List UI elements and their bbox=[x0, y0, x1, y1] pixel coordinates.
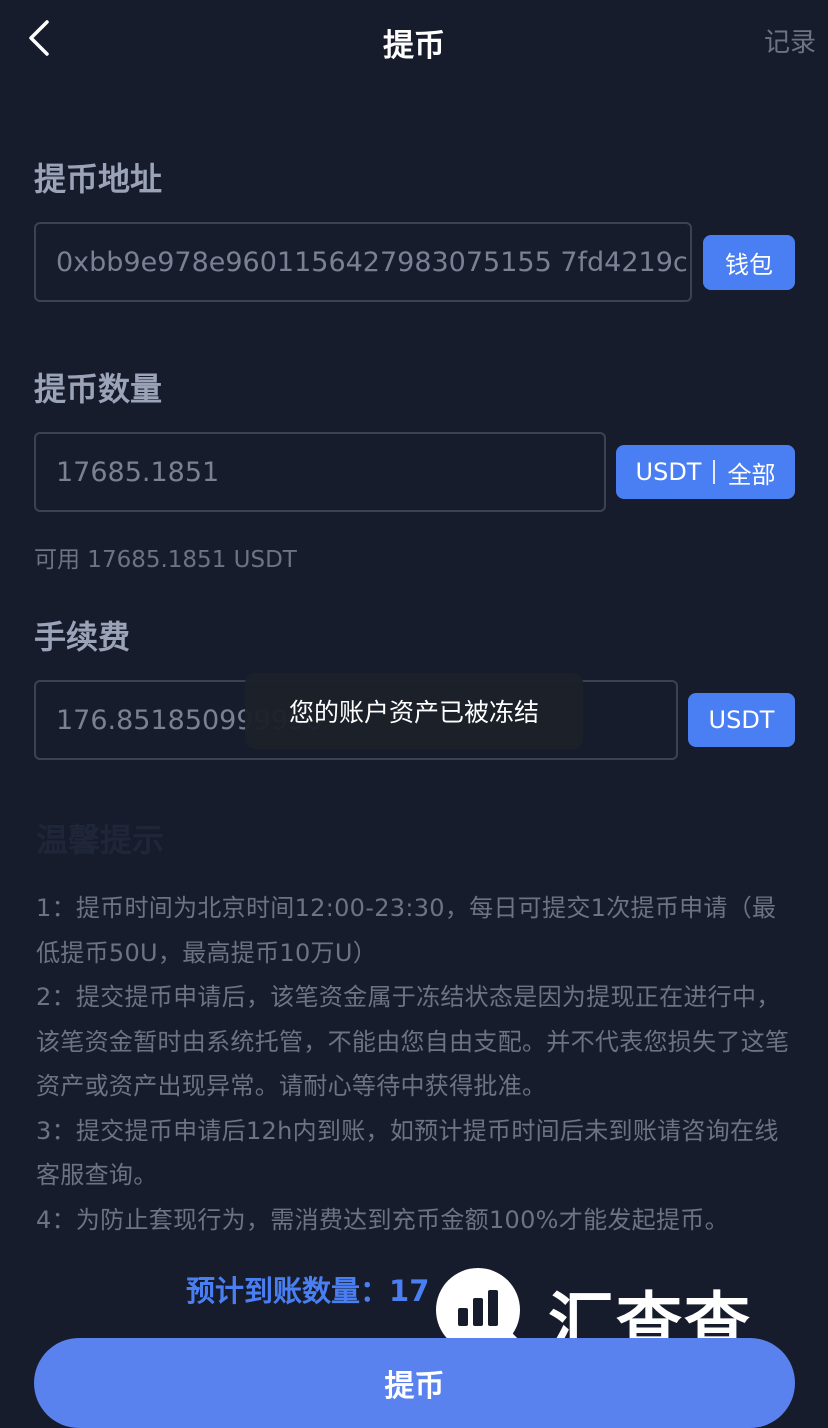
logo-bar bbox=[473, 1298, 483, 1326]
address-label: 提币地址 bbox=[34, 160, 163, 198]
available-balance: 可用 17685.1851 USDT bbox=[34, 547, 297, 573]
logo-bar bbox=[458, 1308, 468, 1326]
all-label: 全部 bbox=[727, 460, 776, 489]
page-title: 提币 bbox=[383, 28, 445, 64]
address-value: 0xbb9e978e9601156427983075155 7fd4219c bbox=[56, 246, 688, 278]
estimated-amount: 预计到账数量：17 bbox=[186, 1268, 429, 1310]
fee-unit-button: USDT bbox=[688, 693, 795, 747]
fee-label: 手续费 bbox=[34, 618, 131, 656]
wallet-button[interactable]: 钱包 bbox=[703, 235, 795, 290]
submit-button[interactable]: 提币 bbox=[34, 1338, 795, 1428]
amount-field[interactable]: 17685.1851 bbox=[34, 432, 606, 512]
record-link[interactable]: 记录 bbox=[764, 22, 816, 59]
nav-bar: 提币 记录 bbox=[0, 0, 828, 80]
notice-item: 1：提币时间为北京时间12:00-23:30，每日可提交1次提币申请（最低提币5… bbox=[36, 894, 777, 967]
amount-value: 17685.1851 bbox=[56, 456, 220, 488]
estimate-label: 预计到账数量： bbox=[186, 1274, 390, 1308]
notice-item: 3：提交提币申请后12h内到账，如预计提币时间后未到账请咨询在线客服查询。 bbox=[36, 1116, 779, 1190]
notice-item: 2：提交提币申请后，该笔资金属于冻结状态是因为提现正在进行中，该笔资金暂时由系统… bbox=[36, 983, 790, 1100]
amount-label: 提币数量 bbox=[34, 370, 163, 408]
all-amount-button[interactable]: USDT 全部 bbox=[616, 445, 795, 499]
estimate-value: 17 bbox=[389, 1274, 430, 1308]
divider bbox=[713, 460, 716, 484]
address-field[interactable]: 0xbb9e978e9601156427983075155 7fd4219c bbox=[34, 222, 692, 302]
amount-unit: USDT bbox=[635, 458, 702, 486]
notice-title: 温馨提示 bbox=[36, 821, 165, 859]
notice-item: 4：为防止套现行为，需消费达到充币金额100%才能发起提币。 bbox=[36, 1205, 729, 1234]
toast-message: 您的账户资产已被冻结 bbox=[245, 673, 583, 749]
logo-bar bbox=[488, 1290, 498, 1326]
notice-list: 1：提币时间为北京时间12:00-23:30，每日可提交1次提币申请（最低提币5… bbox=[36, 886, 800, 1242]
